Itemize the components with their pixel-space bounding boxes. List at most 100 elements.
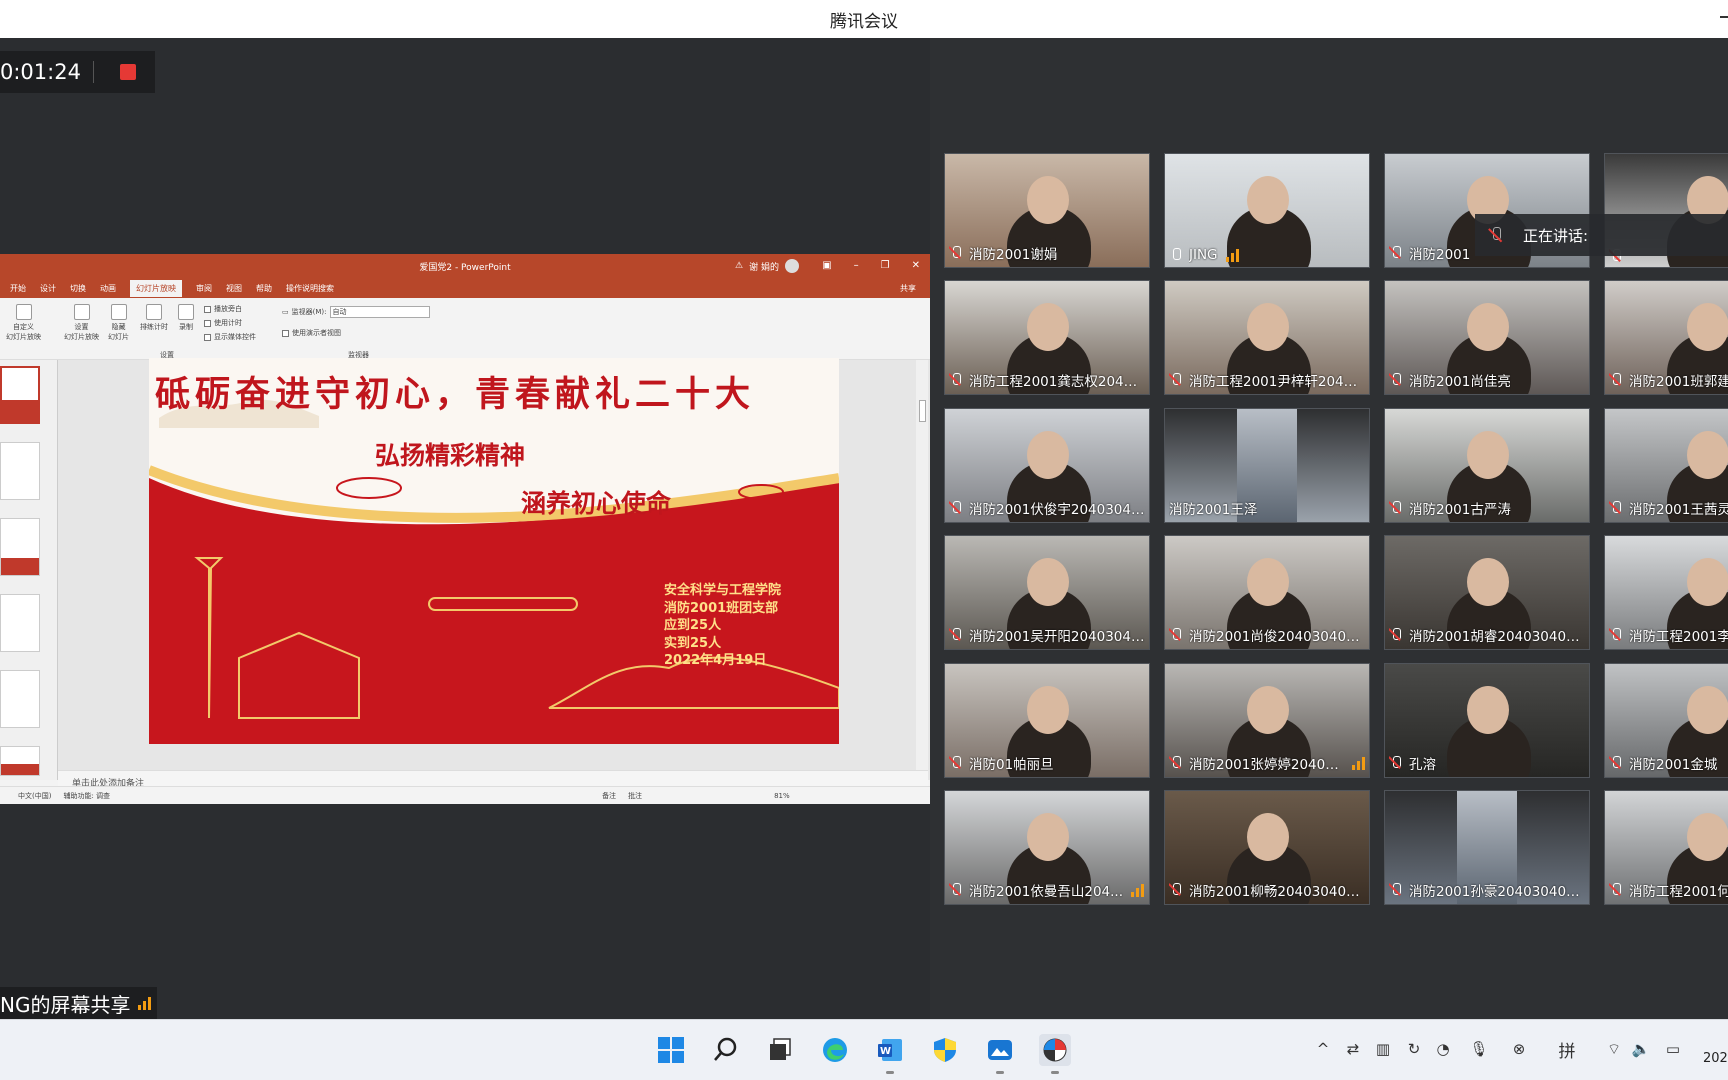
participant-tile[interactable]: 消防2001古严涛 [1384, 408, 1590, 523]
participant-tile[interactable]: 消防2001吴开阳20403040... [944, 535, 1150, 650]
muted-mic-icon [1609, 501, 1623, 515]
participant-label: 消防工程2001何 [1609, 880, 1728, 900]
participant-tile[interactable]: 消防2001班郭建 [1604, 280, 1728, 395]
microphone-icon[interactable]: 🎙 [1468, 1038, 1490, 1060]
participant-label: 孔溶 [1389, 753, 1585, 773]
participant-label: 消防2001孙豪20403040101 [1389, 880, 1585, 900]
tab-home[interactable]: 开始 [10, 283, 26, 294]
word-icon[interactable]: W [874, 1034, 906, 1074]
meeting-icon[interactable] [1039, 1034, 1071, 1074]
security-icon[interactable] [929, 1034, 961, 1066]
participant-label: 消防2001古严涛 [1389, 498, 1585, 518]
status-zoom[interactable]: 81% [774, 792, 790, 800]
participant-tile[interactable]: 消防2001谢娟 [944, 153, 1150, 268]
participant-tile[interactable]: 消防2001柳畅20403040124 [1164, 790, 1370, 905]
participant-tile[interactable]: 消防工程2001李 [1604, 535, 1728, 650]
slide-thumbnail[interactable] [0, 518, 40, 576]
participant-tile[interactable]: 消防2001胡睿20403040121 [1384, 535, 1590, 650]
gpu-icon[interactable]: ▥ [1372, 1038, 1394, 1060]
participant-tile[interactable]: JING [1164, 153, 1370, 268]
muted-mic-icon [1609, 628, 1623, 642]
participant-tile[interactable]: 消防工程2001何 [1604, 790, 1728, 905]
rehearse-button[interactable]: 排练计时 [140, 304, 168, 332]
tab-review[interactable]: 审阅 [196, 283, 212, 294]
hide-slide-label: 隐藏 幻灯片 [108, 323, 129, 341]
tab-help[interactable]: 帮助 [256, 283, 272, 294]
slide-thumbnail[interactable] [0, 366, 40, 424]
tab-design[interactable]: 设计 [40, 283, 56, 294]
monitor-select[interactable]: ▭ 监视器(M): 自动 [282, 306, 430, 318]
slide-thumbnail[interactable] [0, 670, 40, 728]
hide-slide-button[interactable]: 隐藏 幻灯片 [108, 304, 129, 342]
recording-timer: 0:01:24 [0, 51, 155, 93]
participant-tile[interactable]: 消防2001王茜灵 [1604, 408, 1728, 523]
wifi-icon[interactable]: ⌔ [1603, 1038, 1625, 1060]
participant-label: 消防01帕丽旦 [949, 753, 1145, 773]
person-face [1247, 813, 1289, 861]
record-button[interactable]: 录制 [178, 304, 194, 332]
play-narration-checkbox[interactable]: 播放旁白 [204, 304, 242, 314]
use-timings-checkbox[interactable]: 使用计时 [204, 318, 242, 328]
avatar[interactable] [784, 259, 799, 273]
setup-show-button[interactable]: 设置 幻灯片放映 [64, 304, 99, 342]
show-controls-checkbox[interactable]: 显示媒体控件 [204, 332, 256, 342]
slide-thumbnail[interactable] [0, 442, 40, 500]
stop-recording-icon[interactable] [119, 64, 136, 80]
tab-transitions[interactable]: 切换 [70, 283, 86, 294]
checkbox-icon [204, 319, 211, 327]
ribbon-display-icon[interactable]: ▣ [822, 260, 831, 271]
muted-mic-icon [949, 756, 963, 770]
task-view-icon[interactable] [764, 1034, 796, 1066]
chevron-up-icon[interactable]: ^ [1312, 1038, 1334, 1060]
participant-tile[interactable]: 孔溶 [1384, 663, 1590, 778]
participant-tile[interactable]: 消防2001尚佳亮 [1384, 280, 1590, 395]
participant-tile[interactable]: 消防工程2001尹梓轩20403... [1164, 280, 1370, 395]
tell-me-search[interactable]: 操作说明搜索 [286, 283, 334, 294]
start-icon[interactable] [655, 1034, 687, 1066]
presenter-view-checkbox[interactable]: 使用演示者视图 [282, 328, 341, 338]
ime-indicator[interactable]: 拼 [1556, 1038, 1578, 1062]
scroll-thumb[interactable] [919, 400, 926, 422]
participant-tile[interactable]: 消防2001孙豪20403040101 [1384, 790, 1590, 905]
participant-tile[interactable]: 消防2001伏俊宇20403040... [944, 408, 1150, 523]
restore-icon[interactable]: ❐ [881, 260, 890, 271]
refresh-icon[interactable]: ↻ [1403, 1038, 1425, 1060]
clock[interactable]: 202 [1703, 1051, 1728, 1066]
participant-label: 消防2001尚俊20403040102 [1169, 625, 1365, 645]
slide-thumbnails [0, 360, 58, 780]
participant-tile[interactable]: 消防2001张婷婷20403... [1164, 663, 1370, 778]
minimize-icon[interactable]: – [854, 260, 859, 271]
edge-icon[interactable] [819, 1034, 851, 1066]
participant-tile[interactable]: 消防2001依曼吾山204... [944, 790, 1150, 905]
close-icon[interactable]: ✕ [912, 260, 920, 271]
sync-icon[interactable]: ⇄ [1342, 1038, 1364, 1060]
photos-icon[interactable] [984, 1034, 1016, 1074]
tab-view[interactable]: 视图 [226, 283, 242, 294]
tab-animations[interactable]: 动画 [100, 283, 116, 294]
custom-show-button[interactable]: 自定义 幻灯片放映 [6, 304, 41, 342]
ppt-share-button[interactable]: 共享 [900, 283, 916, 294]
tab-slideshow[interactable]: 幻灯片放映 [130, 279, 182, 297]
slide-scrollbar[interactable] [916, 360, 928, 780]
search-icon[interactable] [710, 1034, 742, 1066]
participant-tile[interactable]: 消防工程2001龚志权20403... [944, 280, 1150, 395]
participant-tile[interactable]: 消防2001金城 [1604, 663, 1728, 778]
status-comments[interactable]: 批注 [628, 791, 642, 801]
minimize-button[interactable] [1720, 16, 1728, 18]
ppt-user[interactable]: ⚠ 谢 娟的 [735, 259, 799, 273]
volume-icon[interactable]: 🔈 [1630, 1038, 1652, 1060]
close-circle-icon[interactable]: ⊗ [1508, 1038, 1530, 1060]
slide-thumbnail[interactable] [0, 594, 40, 652]
status-notes[interactable]: 备注 [602, 791, 616, 801]
participant-tile[interactable]: 消防2001王泽 [1164, 408, 1370, 523]
slide-canvas[interactable]: 砥砺奋进守初心，青春献礼二十大 弘扬精彩精神 涵养初心使命 安全科学与工程学院 … [149, 358, 839, 744]
monitor-value[interactable]: 自动 [329, 306, 430, 318]
slide-thumbnail[interactable] [0, 746, 40, 776]
slide-info-line: 安全科学与工程学院 [664, 583, 782, 598]
participant-tile[interactable]: 消防01帕丽旦 [944, 663, 1150, 778]
battery-icon[interactable]: ▭ [1662, 1038, 1684, 1060]
presenter-view-label: 使用演示者视图 [292, 329, 341, 337]
status-accessibility[interactable]: 辅助功能: 调查 [63, 791, 110, 801]
participant-tile[interactable]: 消防2001尚俊20403040102 [1164, 535, 1370, 650]
qq-icon[interactable]: ◔ [1432, 1038, 1454, 1060]
